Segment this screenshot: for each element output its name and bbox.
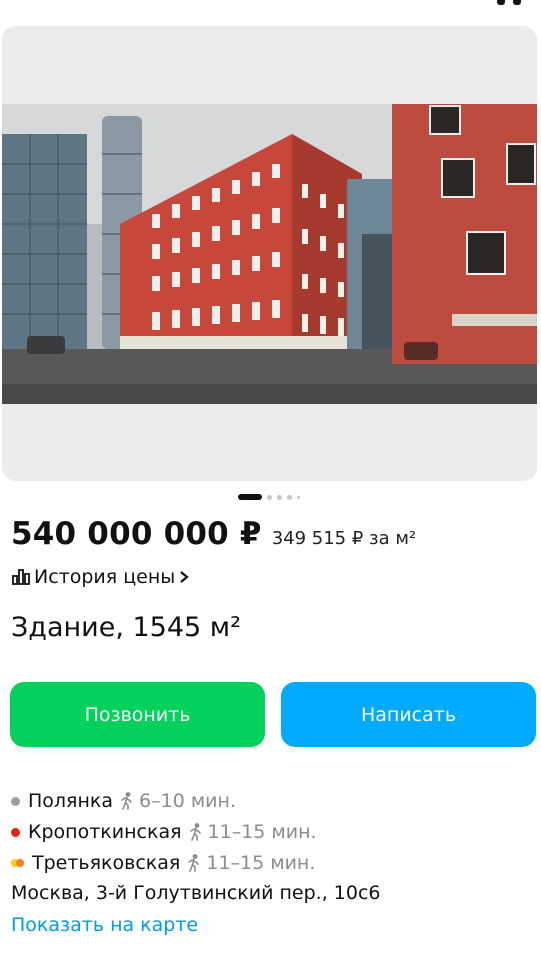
chevron-right-icon [180, 571, 189, 583]
metro-line-icon [11, 827, 20, 837]
gallery-pagination [238, 494, 300, 500]
metro-station: Кропоткинская 11–15 мин. [11, 821, 317, 843]
walk-time-label: 11–15 мин. [207, 821, 317, 843]
listing-photo[interactable] [2, 104, 537, 404]
metro-station-name: Третьяковская [32, 852, 181, 874]
price-history-label: История цены [34, 566, 176, 588]
walk-time: 11–15 мин. [188, 821, 317, 843]
pagination-dot [297, 495, 300, 499]
walking-icon [189, 823, 201, 841]
metro-station: Третьяковская 11–15 мин. [11, 852, 315, 874]
call-button[interactable]: Позвонить [10, 682, 265, 747]
metro-line-icon [11, 859, 24, 867]
walk-time-label: 6–10 мин. [139, 790, 236, 812]
walk-time: 6–10 мин. [119, 790, 236, 812]
status-icon [497, 0, 505, 5]
metro-station-name: Кропоткинская [28, 821, 182, 843]
write-button[interactable]: Написать [281, 682, 536, 747]
address: Москва, 3-й Голутвинский пер., 10с6 [11, 882, 381, 904]
status-icon [513, 0, 521, 5]
walking-icon [188, 854, 200, 872]
metro-line-icon [11, 796, 20, 806]
show-on-map-link[interactable]: Показать на карте [11, 914, 198, 936]
price-per-m2: 349 515 ₽ за м² [271, 528, 417, 549]
walking-icon [121, 792, 132, 810]
walk-time: 11–15 мин. [186, 852, 315, 874]
pagination-dot-active [238, 494, 262, 500]
status-bar-fragment [497, 0, 521, 8]
pagination-dot [267, 494, 272, 500]
price-row: 540 000 000 ₽ 349 515 ₽ за м² [11, 516, 416, 552]
walk-time-label: 11–15 мин. [206, 852, 316, 874]
price: 540 000 000 ₽ [11, 516, 262, 552]
metro-station-name: Полянка [28, 790, 114, 812]
pagination-dot [287, 494, 292, 500]
metro-station: Полянка 6–10 мин. [11, 790, 236, 812]
photo-gallery[interactable] [2, 26, 537, 481]
price-history-link[interactable]: История цены [11, 566, 190, 588]
chart-icon [12, 569, 30, 585]
pagination-dot [277, 494, 282, 500]
listing-title: Здание, 1545 м² [11, 612, 241, 643]
